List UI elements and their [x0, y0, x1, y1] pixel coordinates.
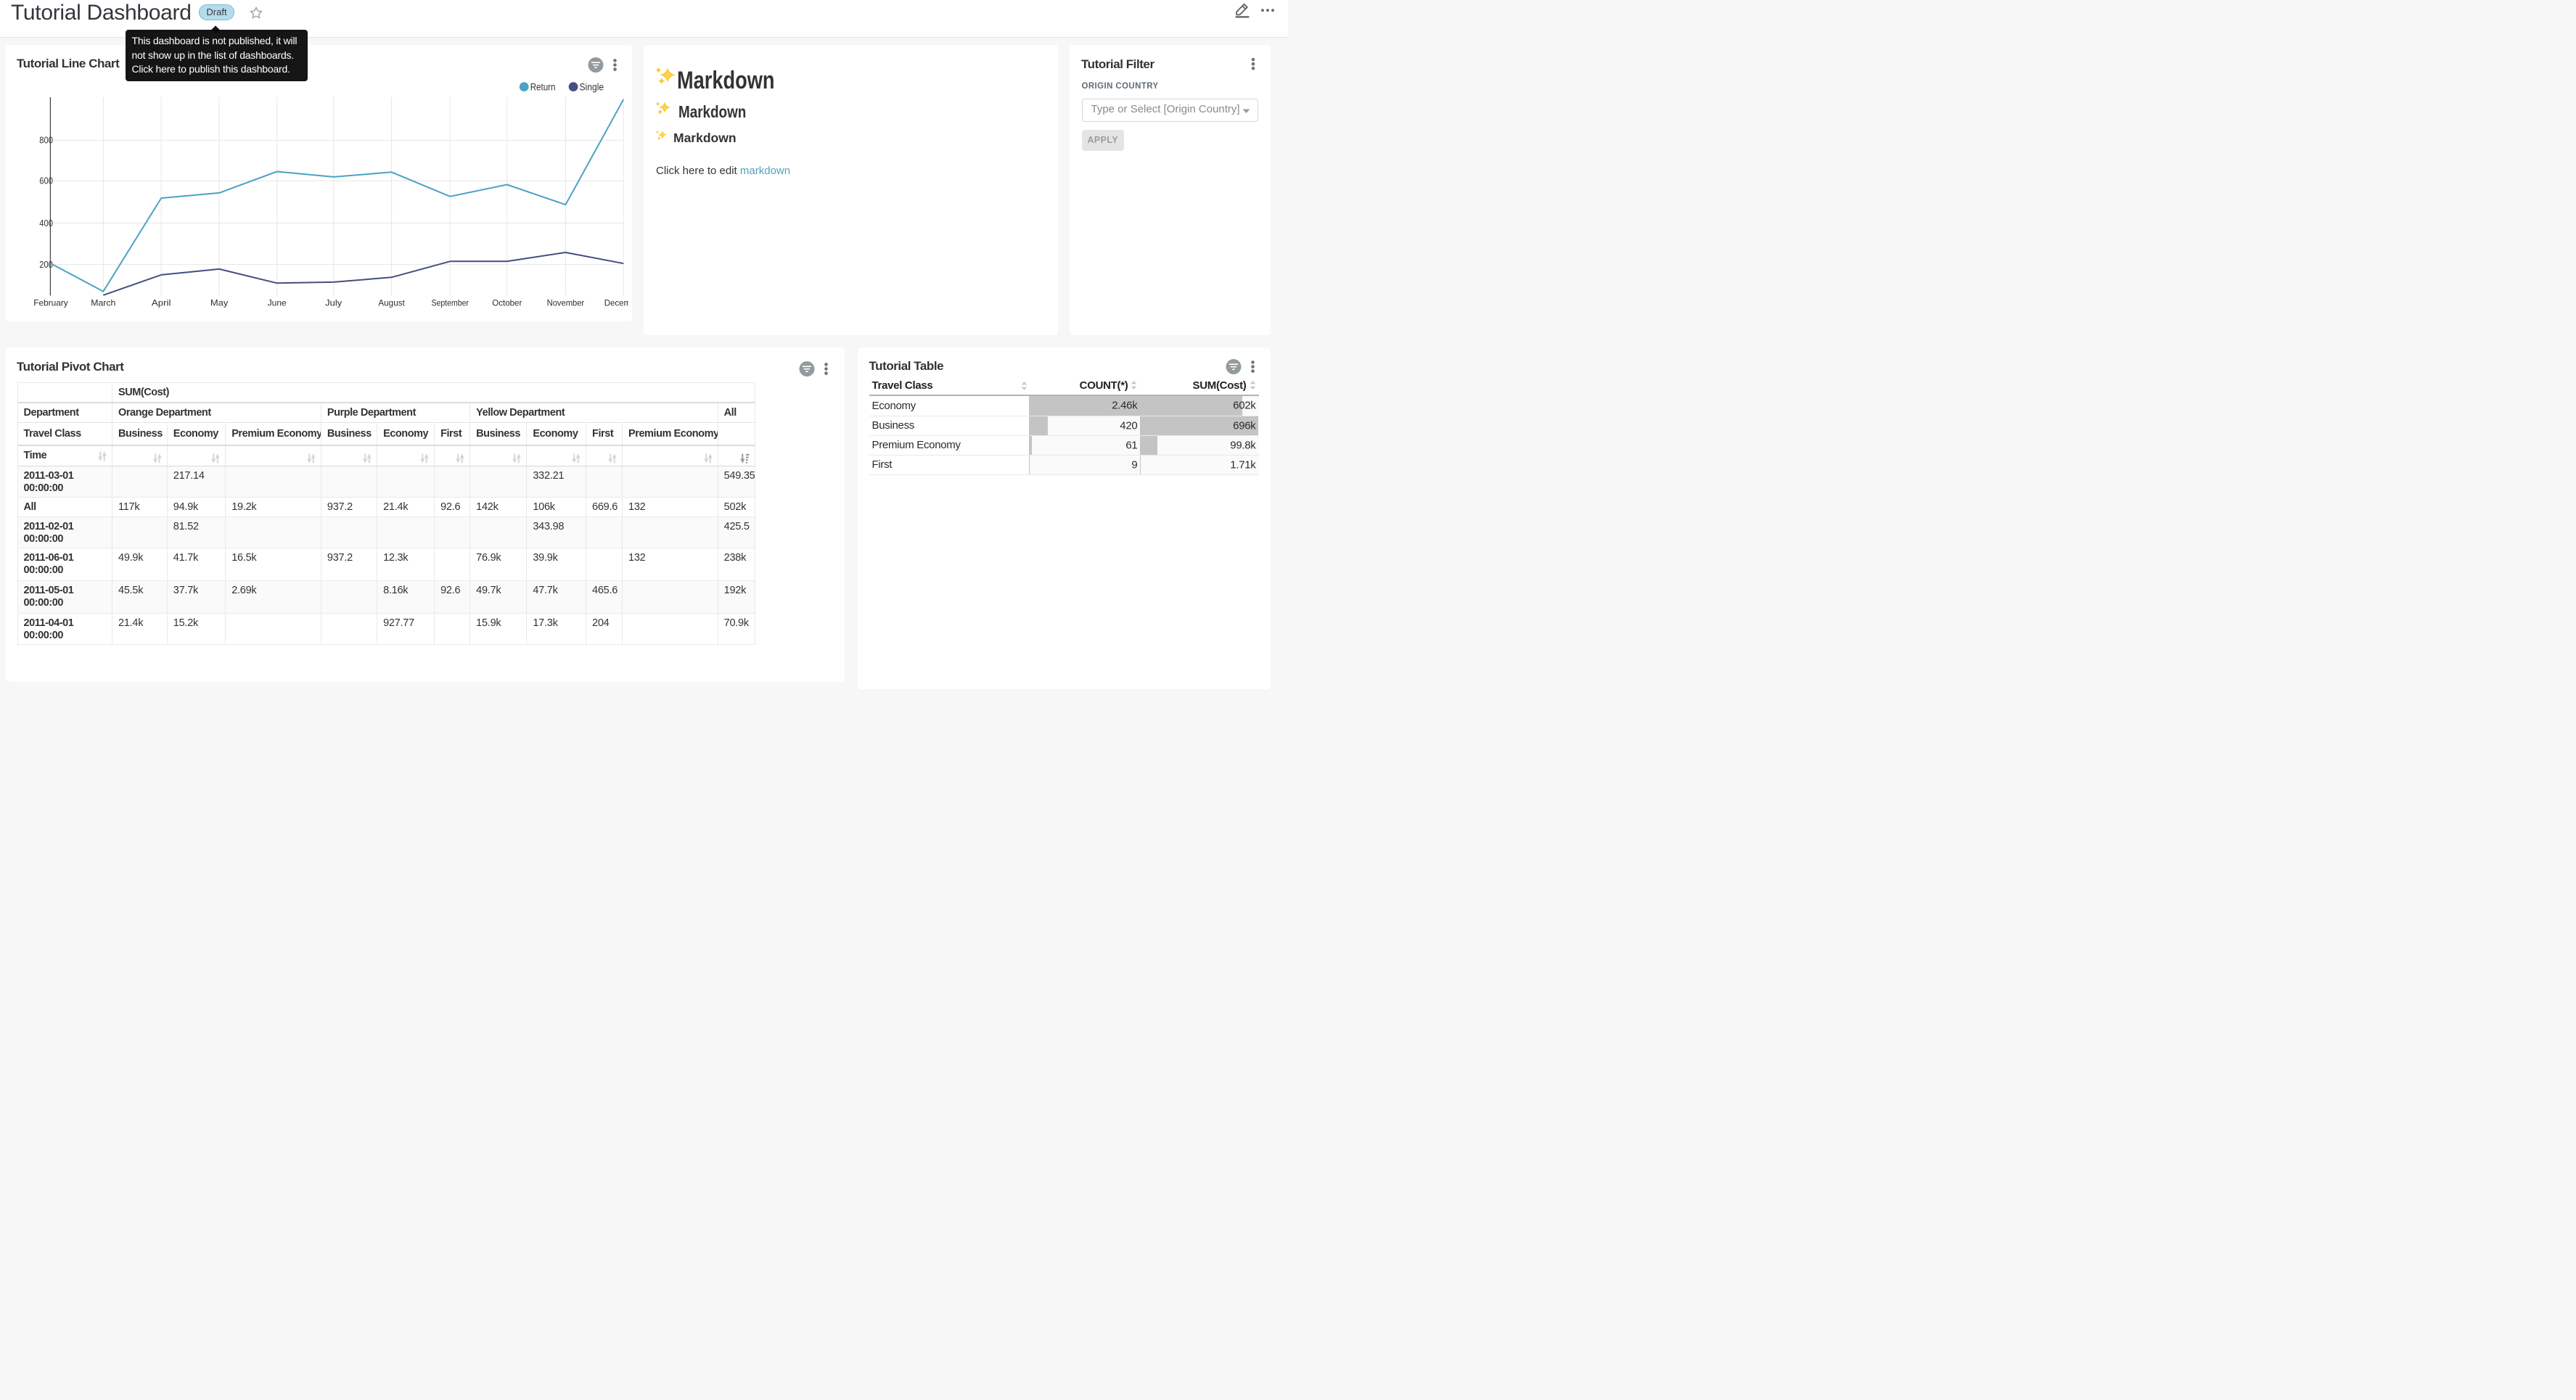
svg-text:October: October	[492, 297, 522, 308]
svg-text:August: August	[378, 297, 405, 308]
svg-text:November: November	[546, 297, 584, 308]
svg-text:Return: Return	[530, 81, 555, 93]
svg-text:400: 400	[39, 218, 53, 228]
svg-text:800: 800	[39, 136, 53, 146]
svg-text:September: September	[431, 297, 469, 308]
svg-text:600: 600	[39, 176, 53, 186]
svg-text:March: March	[91, 297, 115, 308]
svg-text:Single: Single	[579, 81, 604, 93]
svg-text:200: 200	[39, 260, 53, 270]
svg-text:April: April	[151, 297, 171, 308]
svg-text:February: February	[33, 297, 68, 308]
svg-text:July: July	[325, 297, 342, 308]
svg-text:May: May	[210, 297, 228, 308]
svg-text:December: December	[604, 297, 628, 308]
svg-text:June: June	[267, 297, 286, 308]
